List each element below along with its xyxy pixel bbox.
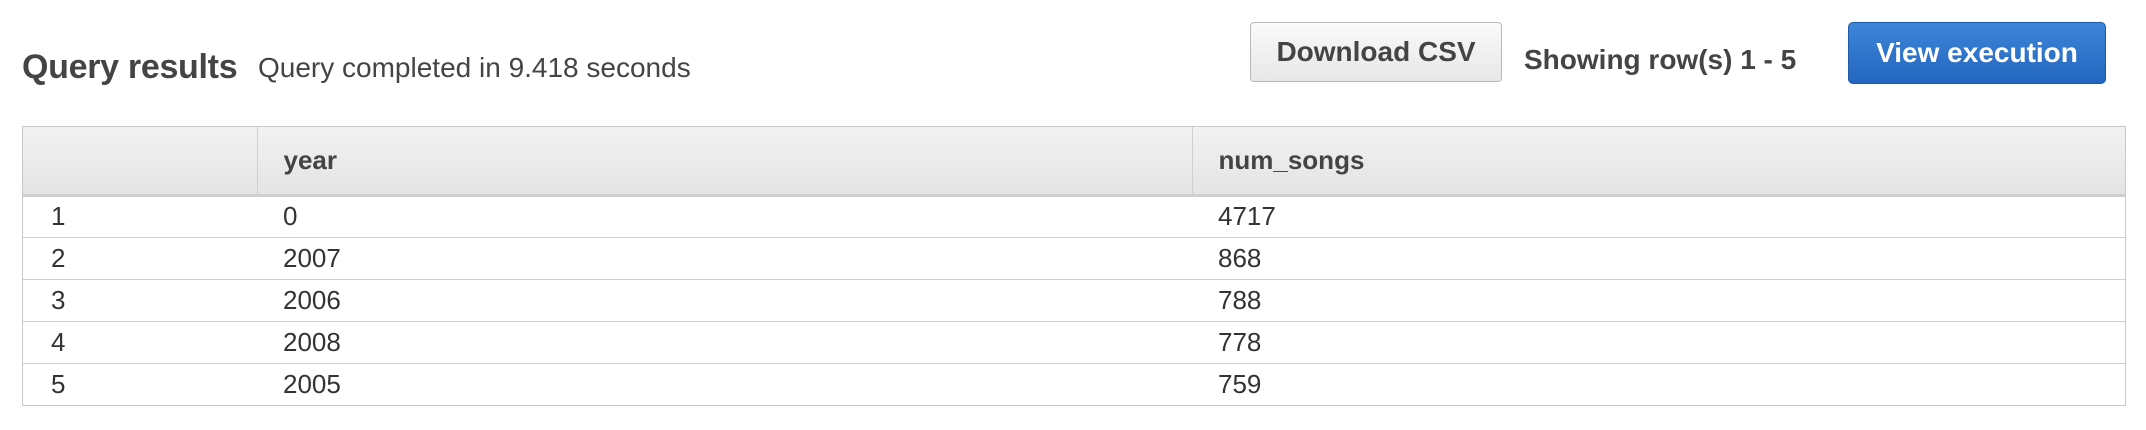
column-header-index	[23, 127, 258, 197]
num-songs-cell: 868	[1192, 237, 2125, 280]
table-header-row: year num_songs	[23, 127, 2125, 197]
table-row: 1 0 4717	[23, 195, 2125, 238]
table-row: 3 2006 788	[23, 279, 2125, 322]
year-cell: 2005	[283, 368, 341, 399]
column-header-num-songs[interactable]: num_songs	[1192, 127, 2125, 197]
num-songs-cell: 778	[1192, 321, 2125, 364]
results-table: year num_songs 1 0 4717 2 2007 868 3 200…	[23, 127, 2125, 405]
row-index-cell: 1	[23, 195, 257, 238]
row-index-cell: 3	[23, 279, 257, 322]
year-cell: 2008	[257, 321, 1192, 364]
table-row: 2 2007 868	[23, 237, 2125, 280]
column-header-year[interactable]: year	[257, 127, 1193, 197]
view-execution-button[interactable]: View execution	[1848, 22, 2106, 84]
table-row: 5 2005 759	[23, 363, 2125, 405]
row-index-cell: 2	[23, 237, 257, 280]
results-header: Query results Query completed in 9.418 s…	[0, 0, 2146, 120]
download-csv-button[interactable]: Download CSV	[1250, 22, 1502, 82]
row-index-cell: 4	[23, 321, 257, 364]
num-songs-cell: 4717	[1192, 195, 2125, 238]
table-row: 4 2008 778	[23, 321, 2125, 364]
year-cell: 2006	[257, 279, 1192, 322]
num-songs-cell: 759	[1218, 368, 1262, 399]
year-cell: 2007	[257, 237, 1192, 280]
row-range-text: Showing row(s) 1 - 5	[1524, 44, 1797, 75]
row-index-cell: 5	[51, 368, 66, 399]
page-title: Query results	[22, 48, 238, 86]
results-table-container: year num_songs 1 0 4717 2 2007 868 3 200…	[22, 126, 2126, 406]
query-status-text: Query completed in 9.418 seconds	[258, 52, 691, 83]
num-songs-cell: 788	[1192, 279, 2125, 322]
year-cell: 0	[257, 195, 1192, 238]
